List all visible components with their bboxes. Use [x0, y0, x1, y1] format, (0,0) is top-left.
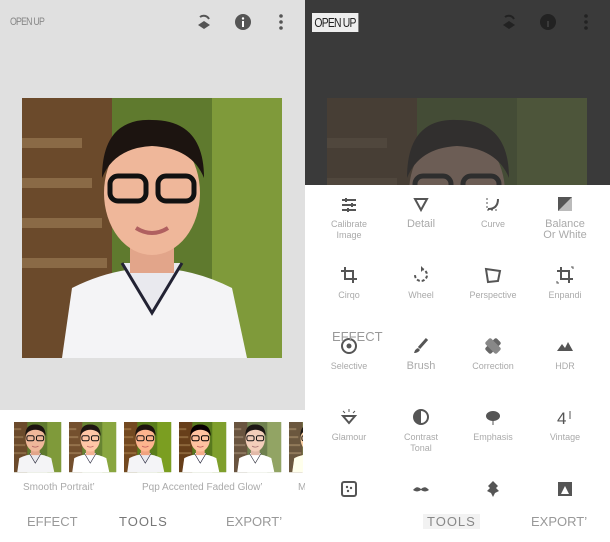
- hdr-icon: [529, 335, 601, 357]
- tab-effect[interactable]: EFFECT: [27, 514, 78, 529]
- tool-label: Enpandi: [548, 290, 582, 300]
- filter-thumb[interactable]: [179, 422, 231, 475]
- rotate-icon: [385, 264, 457, 286]
- open-button[interactable]: OPEN UP: [10, 16, 45, 28]
- tool-perspective[interactable]: Perspective: [457, 264, 529, 301]
- triangle-icon: [385, 193, 457, 215]
- tool-expand[interactable]: Enpandi: [529, 264, 601, 301]
- tool-healing[interactable]: Correction: [457, 335, 529, 372]
- glamour-icon: [313, 406, 385, 428]
- tool-rotate[interactable]: Wheel: [385, 264, 457, 301]
- tool-label: Vintage: [549, 432, 581, 442]
- filter-thumb[interactable]: [289, 422, 303, 475]
- tool-triangle[interactable]: Detail: [385, 193, 457, 230]
- tool-label: Correction: [472, 361, 514, 371]
- tool-label: Cirqo: [338, 290, 360, 300]
- tool-label: Calibrate Image: [330, 219, 368, 240]
- photo-canvas[interactable]: [22, 98, 282, 358]
- expand-icon: [529, 264, 601, 286]
- tab-export[interactable]: EXPORT’: [226, 514, 282, 529]
- curve-icon: [457, 193, 529, 215]
- tool-drama[interactable]: Emphasis: [457, 406, 529, 443]
- tools-panel: Calibrate Image Detail Curve Balance Or White…: [305, 185, 610, 542]
- open-button[interactable]: OPEN UP: [312, 13, 359, 32]
- tool-label: Detail: [406, 218, 436, 230]
- editor-screen-left: OPEN UP Smooth Portrait’ Pqp Accented Fa…: [0, 0, 305, 542]
- undo-layers-icon[interactable]: [500, 13, 518, 31]
- healing-icon: [457, 335, 529, 357]
- grunge-icon: [457, 478, 529, 500]
- filter-label: M: [298, 482, 305, 493]
- vintage-icon: 4: [529, 406, 601, 428]
- tool-bw[interactable]: [529, 478, 601, 500]
- filter-thumb[interactable]: [69, 422, 121, 475]
- tool-label: Brush: [406, 360, 436, 372]
- editor-screen-right: OPEN UP Calibrate Image Detail Curve Balance…: [305, 0, 610, 542]
- bw-icon: [529, 478, 601, 500]
- tool-tonal-contrast[interactable]: Contrast Tonal: [385, 406, 457, 454]
- tonal-contrast-icon: [385, 406, 457, 428]
- tool-white-balance[interactable]: Balance Or White: [529, 193, 601, 241]
- tool-grainy[interactable]: [313, 478, 385, 500]
- filter-thumb[interactable]: [234, 422, 286, 475]
- tool-label: Curve: [480, 219, 505, 229]
- tab-effect[interactable]: EFFECT: [332, 329, 383, 344]
- tool-brush[interactable]: Brush: [385, 335, 457, 372]
- bottom-panel: Smooth Portrait’ Pqp Accented Faded Glow…: [0, 410, 305, 542]
- tool-mustache[interactable]: [385, 478, 457, 500]
- tool-label: Emphasis: [473, 432, 513, 442]
- perspective-icon: [457, 264, 529, 286]
- tune-icon: [313, 193, 385, 215]
- drama-icon: [457, 406, 529, 428]
- filter-thumb[interactable]: [14, 422, 66, 475]
- more-menu-icon[interactable]: [577, 13, 595, 31]
- more-menu-icon[interactable]: [272, 13, 290, 31]
- tool-label: Wheel: [408, 290, 434, 300]
- filter-strip[interactable]: [14, 422, 303, 475]
- mustache-icon: [385, 478, 457, 500]
- white-balance-icon: [529, 193, 601, 215]
- tool-label: HDR: [555, 361, 575, 371]
- info-icon[interactable]: [234, 13, 252, 31]
- grainy-icon: [313, 478, 385, 500]
- tool-label: Selective: [330, 361, 368, 371]
- tool-grunge[interactable]: [457, 478, 529, 500]
- tool-glamour[interactable]: Glamour: [313, 406, 385, 443]
- tool-hdr[interactable]: HDR: [529, 335, 601, 372]
- tab-tools[interactable]: TOOLS: [119, 514, 168, 529]
- tab-tools[interactable]: TOOLS: [423, 514, 480, 529]
- undo-layers-icon[interactable]: [195, 13, 213, 31]
- filter-label: Pqp Accented Faded Glow’: [142, 482, 263, 493]
- brush-icon: [385, 335, 457, 357]
- crop-icon: [313, 264, 385, 286]
- filter-thumb[interactable]: [124, 422, 176, 475]
- tool-label: Perspective: [469, 290, 517, 300]
- tool-label: Balance Or White: [543, 218, 587, 241]
- tool-tune[interactable]: Calibrate Image: [313, 193, 385, 241]
- tool-curve[interactable]: Curve: [457, 193, 529, 230]
- tool-vintage[interactable]: 4 Vintage: [529, 406, 601, 443]
- filter-label: Smooth Portrait’: [23, 482, 95, 493]
- tool-label: Glamour: [331, 432, 367, 442]
- tool-crop[interactable]: Cirqo: [313, 264, 385, 301]
- info-icon[interactable]: [539, 13, 557, 31]
- svg-text:4: 4: [557, 409, 566, 426]
- tool-label: Contrast Tonal: [403, 432, 438, 453]
- tab-export[interactable]: EXPORT’: [531, 514, 587, 529]
